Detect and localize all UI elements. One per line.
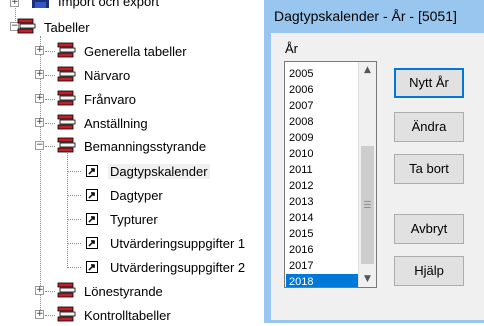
year-item-selected[interactable]: 2018 [286,274,360,287]
delete-button[interactable]: Ta bort [394,154,464,184]
tree-line [45,51,55,52]
collapse-toggle[interactable]: − [35,141,44,150]
shortcut-icon [86,261,98,273]
expand-toggle[interactable]: + [35,46,44,55]
expand-toggle[interactable]: + [35,118,44,127]
year-list: 2005 2006 2007 2008 2009 2010 2011 2012 … [286,66,360,287]
tree-line [45,291,55,292]
book-stack-icon [57,114,76,130]
book-stack-icon [57,66,76,82]
cancel-button[interactable]: Avbryt [394,214,464,244]
book-stack-icon [57,137,76,153]
shortcut-icon [86,213,98,225]
tree-item-label: Typturer [110,212,158,227]
tree-item-label: Tabeller [44,20,90,35]
tree-item-label: Lönestyrande [84,284,163,299]
expand-toggle[interactable]: + [35,94,44,103]
help-button[interactable]: Hjälp [394,256,464,286]
book-stack-icon [57,306,76,322]
book-stack-icon [57,42,76,58]
year-item[interactable]: 2007 [286,98,360,114]
tree-line [45,146,55,147]
expand-toggle[interactable]: + [35,310,44,319]
year-item[interactable]: 2008 [286,114,360,130]
tree-line [67,150,68,268]
scroll-down-icon[interactable]: ▼ [361,272,374,286]
scrollbar-thumb[interactable]: ─ ─ ─ [361,146,374,264]
year-item[interactable]: 2006 [286,82,360,98]
tree-item-label: Anställning [84,116,148,131]
scroll-up-icon[interactable]: ▲ [361,63,374,77]
tree-line [67,171,81,172]
year-label: År [285,41,298,56]
year-item[interactable]: 2016 [286,242,360,258]
tree-line [67,219,81,220]
shortcut-icon [86,165,98,177]
year-item[interactable]: 2012 [286,178,360,194]
tree-item-label: Dagtyper [110,188,163,203]
tree-item-label: Dagtypskalender [108,164,210,179]
expand-toggle[interactable]: + [10,0,19,7]
shortcut-icon [86,189,98,201]
year-item[interactable]: 2013 [286,194,360,210]
year-item[interactable]: 2010 [286,146,360,162]
dialog-body: År 2005 2006 2007 2008 2009 2010 2011 20… [271,33,484,320]
tree-line [67,267,81,268]
book-stack-icon [57,90,76,106]
tree-item-label: Kontrolltabeller [84,308,171,323]
tree-item-label: Import och export [58,0,160,9]
tree-line [45,315,55,316]
tree-item-label: Generella tabeller [84,44,187,59]
year-item[interactable]: 2017 [286,258,360,274]
tree-item-label: Bemanningsstyrande [84,139,207,154]
dialog-title: Dagtypskalender - År - [5051] [274,8,457,24]
year-listbox[interactable]: 2005 2006 2007 2008 2009 2010 2011 2012 … [284,61,377,288]
expand-toggle[interactable]: + [35,286,44,295]
tree-line [45,99,55,100]
book-stack-icon [17,18,36,34]
dagtypskalender-dialog: Dagtypskalender - År - [5051] År 2005 20… [264,0,484,323]
grip-icon: ─ ─ ─ [364,196,371,212]
edit-button[interactable]: Ändra [394,112,464,142]
year-list-scrollbar[interactable]: ▲ ─ ─ ─ ▼ [358,62,376,287]
year-item[interactable]: 2009 [286,130,360,146]
year-item[interactable]: 2005 [286,66,360,82]
tree-line [45,75,55,76]
floppy-disk-icon [32,0,49,8]
tree-item-label: Närvaro [84,68,131,83]
tree-item-label: Utvärderingsuppgifter 2 [110,260,246,275]
tree-item-label: Utvärderingsuppgifter 1 [110,236,246,251]
tree-line [67,195,81,196]
book-stack-icon [57,282,76,298]
tree-item-label: Frånvaro [84,92,137,107]
year-item[interactable]: 2014 [286,210,360,226]
expand-toggle[interactable]: + [35,70,44,79]
tree-line [67,243,81,244]
year-item[interactable]: 2015 [286,226,360,242]
tree-line [45,123,55,124]
shortcut-icon [86,237,98,249]
year-item[interactable]: 2011 [286,162,360,178]
new-year-button[interactable]: Nytt År [394,68,464,98]
